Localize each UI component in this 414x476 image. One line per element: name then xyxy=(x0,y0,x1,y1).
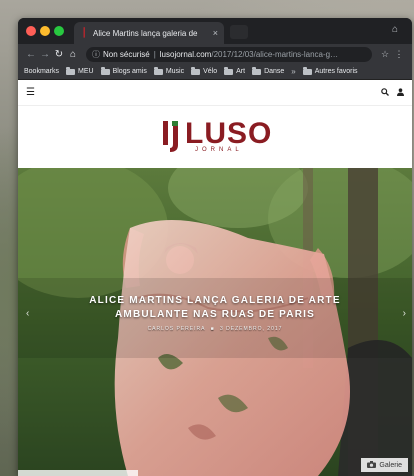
bookmark-label: Bookmarks xyxy=(24,68,60,75)
site-favicon-icon: ❘ xyxy=(80,27,89,38)
info-icon[interactable]: ⓘ xyxy=(92,49,100,60)
tab-bar: ❘ Alice Martins lança galeria de × ⌂ xyxy=(18,18,412,44)
folder-icon xyxy=(191,66,201,75)
bookmark-label: Vélo xyxy=(203,68,218,75)
camera-icon xyxy=(367,460,377,470)
url-path: /2017/12/03/alice-martins-lanca-g… xyxy=(211,49,339,59)
forward-icon[interactable]: → xyxy=(38,49,52,60)
gallery-label: Galerie xyxy=(379,461,402,469)
bookmark-label: Danse xyxy=(264,68,285,75)
search-icon[interactable] xyxy=(381,87,389,98)
logo-text: LUSO xyxy=(185,117,273,150)
minimize-window-button[interactable] xyxy=(40,26,50,36)
hero-article-title[interactable]: ALICE MARTINS LANÇA GALERIA DE ARTE AMBU… xyxy=(58,294,372,322)
bookmark-folder[interactable]: Music xyxy=(153,66,185,75)
bookmark-folder[interactable]: MEU xyxy=(66,66,94,75)
bookmark-label: Blogs amis xyxy=(112,68,147,75)
user-icon[interactable] xyxy=(397,87,404,98)
back-icon[interactable]: ← xyxy=(24,49,38,60)
hero-image xyxy=(18,168,412,476)
profile-icon[interactable]: ⌂ xyxy=(392,24,404,36)
status-bar xyxy=(18,470,138,476)
more-menu-icon[interactable]: ⋮ xyxy=(392,49,406,60)
bookmark-label: Music xyxy=(165,68,185,75)
hero-article-meta: CARLOS PEREIRA ■ 3 DEZEMBRO, 2017 xyxy=(18,326,412,332)
bookmark-label: Autres favoris xyxy=(314,68,358,75)
new-tab-button[interactable] xyxy=(230,25,248,39)
tab-title: Alice Martins lança galeria de xyxy=(93,28,198,38)
folder-icon xyxy=(100,66,110,75)
browser-toolbar: ← → ↻ ⌂ ⓘ Non sécurisé | lusojornal.com … xyxy=(18,44,412,64)
bookmark-label: MEU xyxy=(78,68,94,75)
url-separator: | xyxy=(153,49,156,59)
close-window-button[interactable] xyxy=(26,26,36,36)
logo-mark-icon xyxy=(163,121,178,152)
reload-icon[interactable]: ↻ xyxy=(52,49,66,60)
web-page: ☰ LUSO JORNAL ALICE MARTINS LANÇA GALERI… xyxy=(18,80,412,476)
browser-tab-active[interactable]: ❘ Alice Martins lança galeria de × xyxy=(74,22,224,44)
bookmark-item[interactable]: Bookmarks xyxy=(24,68,59,75)
meta-separator: ■ xyxy=(210,326,215,332)
folder-icon xyxy=(153,66,163,75)
url-host: lusojornal.com xyxy=(159,49,212,59)
hero-slider[interactable]: ALICE MARTINS LANÇA GALERIA DE ARTE AMBU… xyxy=(18,168,412,476)
logo-area: LUSO JORNAL xyxy=(18,106,412,168)
folder-icon xyxy=(66,66,76,75)
folder-icon xyxy=(252,66,262,75)
article-date: 3 DEZEMBRO, 2017 xyxy=(220,326,283,332)
bookmark-label: Art xyxy=(236,68,246,75)
folder-icon xyxy=(302,66,312,75)
browser-window: ❘ Alice Martins lança galeria de × ⌂ ← →… xyxy=(18,18,412,476)
article-author[interactable]: CARLOS PEREIRA xyxy=(148,326,206,332)
bookmark-star-icon[interactable]: ☆ xyxy=(378,49,392,60)
slider-next-icon[interactable]: › xyxy=(403,308,406,319)
bookmark-folder[interactable]: Art xyxy=(224,66,246,75)
bookmark-folder[interactable]: Blogs amis xyxy=(100,66,147,75)
slider-prev-icon[interactable]: ‹ xyxy=(26,308,29,319)
security-label: Non sécurisé xyxy=(103,49,150,59)
zoom-window-button[interactable] xyxy=(54,26,64,36)
tab-close-icon[interactable]: × xyxy=(213,28,218,38)
site-header: ☰ xyxy=(18,80,412,106)
bookmarks-bar: Bookmarks MEU Blogs amis Music Vélo Art … xyxy=(18,64,412,80)
bookmark-folder[interactable]: Danse xyxy=(252,66,285,75)
address-bar[interactable]: ⓘ Non sécurisé | lusojornal.com /2017/12… xyxy=(86,46,372,62)
site-logo[interactable]: LUSO JORNAL xyxy=(161,117,273,157)
bookmark-folder[interactable]: Vélo xyxy=(191,66,218,75)
hamburger-icon[interactable]: ☰ xyxy=(26,87,35,98)
home-icon[interactable]: ⌂ xyxy=(66,49,80,60)
gallery-button[interactable]: Galerie xyxy=(361,458,408,472)
logo-subtext: JORNAL xyxy=(195,147,243,153)
bookmarks-overflow-icon[interactable]: » xyxy=(291,67,295,76)
bookmark-folder-other[interactable]: Autres favoris xyxy=(302,66,358,75)
header-actions xyxy=(381,87,404,98)
folder-icon xyxy=(224,66,234,75)
